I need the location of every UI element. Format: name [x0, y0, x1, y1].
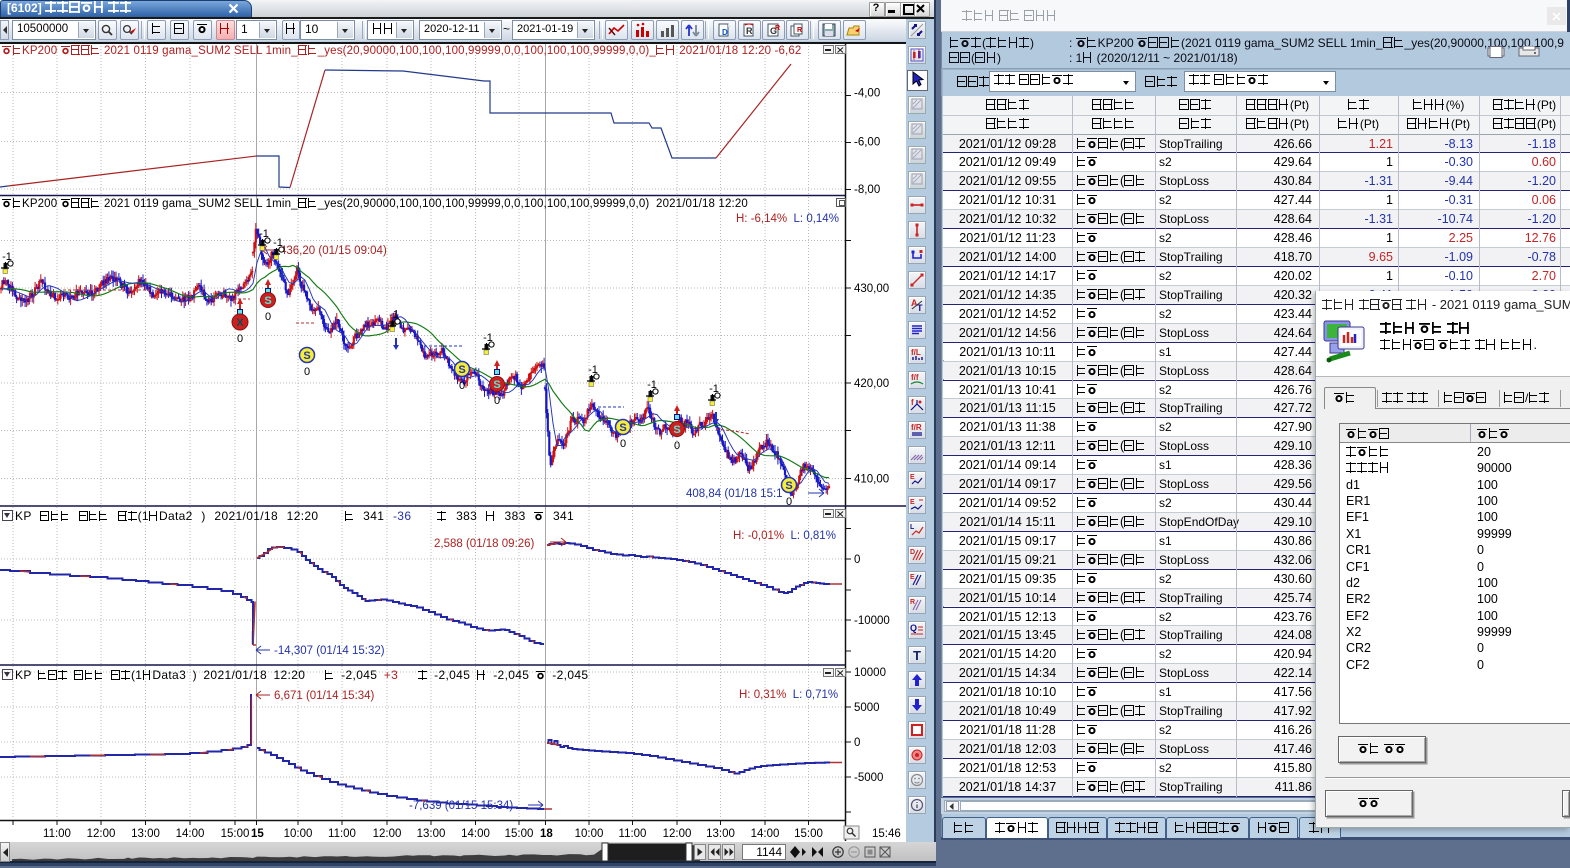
svg-text:f/f: f/f: [911, 373, 919, 382]
svg-text:T: T: [917, 303, 923, 313]
svg-text:f/R: f/R: [911, 423, 922, 432]
svg-text:Q: Q: [910, 623, 917, 633]
svg-text:f/L: f/L: [911, 348, 921, 357]
svg-text:f: f: [911, 398, 914, 407]
svg-text:R: R: [910, 599, 915, 606]
svg-text:D: D: [910, 549, 915, 556]
svg-text:E: E: [910, 574, 915, 581]
svg-text:T: T: [913, 648, 921, 663]
svg-text:L: L: [910, 524, 915, 531]
svg-text:E: E: [910, 474, 915, 481]
svg-text:E: E: [910, 499, 915, 506]
